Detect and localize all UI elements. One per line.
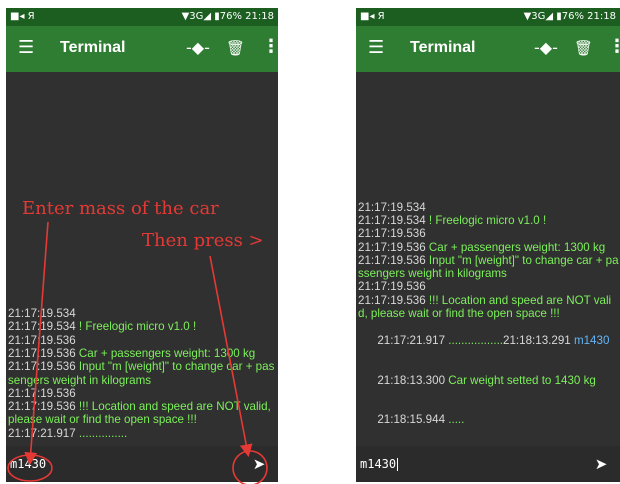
log-line: 21:17:19.534 ! Freelogic micro v1.0 ! [8,320,278,333]
send-arrow-icon[interactable]: ➤ [246,452,272,476]
log-timestamp: 21:17:19.536 [358,293,426,307]
log-line-setted: 21:18:13.300 Car weight setted to 1430 k… [358,360,620,400]
input-bar: m1430 ➤ [356,446,620,482]
log-timestamp: 21:17:19.534 [358,213,426,227]
hamburger-menu-icon[interactable]: ☰ [368,39,384,57]
log-line: 21:17:19.536 [358,280,620,293]
log-timestamp: 21:17:19.534 [8,307,76,321]
log-line: 21:17:19.536 [8,334,278,347]
log-message: ............... [75,426,128,440]
log-timestamp: 21:17:19.536 [8,346,76,360]
log-line: 21:17:19.536 Car + passengers weight: 13… [8,347,278,360]
log-line: 21:17:19.536 Input "m [weight]" to chang… [8,360,278,387]
log-timestamp: 21:17:19.534 [8,320,76,334]
log-timestamp: 21:17:21.917 [377,333,446,347]
log-timestamp: 21:17:19.536 [8,333,76,347]
log-message: Car + passengers weight: 1300 kg [425,240,606,254]
log-timestamp: 21:17:19.536 [8,386,76,400]
command-input-text: m1430 [360,457,397,471]
log-timestamp: 21:17:19.536 [358,240,426,254]
status-left: ■◂ Я [10,11,35,22]
status-right: ▼3G◢ ▮76% 21:18 [523,11,616,22]
log-lines: 21:17:19.534 21:17:19.534 ! Freelogic mic… [358,201,620,321]
text-caret [397,458,399,471]
log-line: 21:17:19.536 !!! Location and speed are … [8,400,278,427]
log-progress-dots: ................. [445,333,504,347]
app-title: Terminal [410,39,476,56]
log-timestamp: 21:18:13.291 [503,333,571,347]
log-line: 21:17:19.536 !!! Location and speed are … [358,294,620,321]
log-line: 21:17:19.534 [8,307,278,320]
log-line: 21:17:21.917 ............... [8,427,278,440]
input-bar: m1430 ➤ [6,446,278,482]
log-message: ! Freelogic micro v1.0 ! [75,320,197,334]
log-timestamp: 21:18:15.944 [377,413,446,427]
log-message: ! Freelogic micro v1.0 ! [425,213,547,227]
right-phone-screen: ■◂ Я ▼3G◢ ▮76% 21:18 ☰ Terminal -◆- 🗑 ⋮ … [356,8,620,482]
log-timestamp: 21:17:21.917 [8,426,76,440]
app-title: Terminal [60,39,126,56]
log-message: Car weight setted to 1430 kg [445,373,596,387]
log-message: Car + passengers weight: 1300 kg [75,346,256,360]
annotation-then-press: Then press > [142,230,264,251]
send-arrow-icon[interactable]: ➤ [588,452,614,476]
trash-icon[interactable]: 🗑 [226,39,245,57]
app-bar: ☰ Terminal -◆- 🗑 ⋮ [6,26,278,72]
log-line: 21:17:19.534 ! Freelogic micro v1.0 ! [358,214,620,227]
command-input[interactable]: m1430 [10,457,46,471]
more-options-icon[interactable]: ⋮ [608,36,620,57]
terminal-log: 21:17:19.534 21:17:19.534 ! Freelogic mic… [358,201,620,440]
log-timestamp: 21:17:19.536 [358,280,426,294]
log-message: ..... [445,413,465,427]
status-bar: ■◂ Я ▼3G◢ ▮76% 21:18 [356,8,620,26]
log-line: 21:17:19.536 [358,227,620,240]
log-line-progress: 21:17:21.917 .................21:18:13.2… [358,320,620,360]
log-timestamp: 21:17:19.536 [358,253,426,267]
status-left: ■◂ Я [360,11,385,22]
log-echo-command: m1430 [570,333,610,347]
log-timestamp: 21:17:19.536 [8,360,76,374]
log-line-last: 21:18:15.944 ..... [358,400,620,440]
log-line: 21:17:19.536 [8,387,278,400]
log-timestamp: 21:17:19.536 [8,400,76,414]
log-line: 21:17:19.536 Car + passengers weight: 13… [358,241,620,254]
trash-icon[interactable]: 🗑 [574,39,593,57]
connect-plug-icon[interactable]: -◆- [534,38,558,57]
log-timestamp: 21:18:13.300 [377,373,446,387]
log-line: 21:17:19.534 [358,201,620,214]
log-timestamp: 21:17:19.536 [358,227,426,241]
status-right: ▼3G◢ ▮76% 21:18 [181,11,274,22]
terminal-log: 21:17:19.534 21:17:19.534 ! Freelogic mic… [8,307,278,440]
app-bar: ☰ Terminal -◆- 🗑 ⋮ [356,26,620,72]
annotation-enter-mass: Enter mass of the car [22,198,219,219]
log-timestamp: 21:17:19.534 [358,200,426,214]
command-input[interactable]: m1430 [360,457,399,471]
more-options-icon[interactable]: ⋮ [262,36,278,57]
status-bar: ■◂ Я ▼3G◢ ▮76% 21:18 [6,8,278,26]
connect-plug-icon[interactable]: -◆- [186,38,210,57]
hamburger-menu-icon[interactable]: ☰ [18,39,34,57]
log-line: 21:17:19.536 Input "m [weight]" to chang… [358,254,620,281]
